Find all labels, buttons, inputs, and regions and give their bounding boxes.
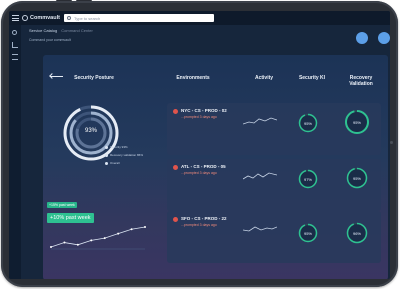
col-recovery-validation: Recovery Validation — [349, 75, 373, 87]
trend-line-chart — [50, 226, 146, 250]
environment-status: ...prompted 3 days ago — [181, 171, 217, 175]
legend-dot — [105, 145, 108, 149]
nav-search-icon[interactable] — [12, 30, 17, 35]
col-security-posture: Security Posture — [74, 75, 114, 81]
legend-dot — [105, 161, 108, 165]
trend-point — [130, 228, 133, 231]
commvault-logo-icon — [22, 15, 28, 21]
recovery-value: 95% — [352, 176, 361, 181]
legend-label: Overall — [110, 161, 120, 165]
security-ki-gauge: 95% — [298, 223, 318, 243]
trend-point — [144, 226, 146, 228]
legend-row-overall: Overall — [105, 159, 143, 167]
environment-status: ...prompted 3 days ago — [181, 115, 217, 119]
environment-row[interactable]: SFO - CS - PROD - 22 ...prompted 3 days … — [167, 211, 381, 263]
security-ki-value: 95% — [303, 121, 312, 126]
trend-line — [50, 226, 146, 248]
trend-point — [76, 243, 79, 246]
sub-header: Service Catalog Command Center Command y… — [21, 25, 390, 55]
left-nav-rail — [9, 25, 21, 279]
breadcrumb-item[interactable]: Command Center — [61, 28, 93, 33]
trend-point — [90, 239, 93, 242]
posture-column: 93% Security 93% Recovery validation 86%… — [43, 103, 165, 279]
activity-sparkline — [243, 172, 277, 180]
search-icon — [67, 16, 71, 20]
legend-label: Recovery validation 86% — [110, 153, 144, 157]
recovery-gauge: 95% — [344, 109, 370, 135]
alert-icon — [173, 109, 178, 114]
col-security-ki: Security KI — [298, 75, 326, 81]
notification-button[interactable] — [356, 32, 368, 44]
breadcrumb: Service Catalog Command Center — [29, 28, 93, 33]
nav-list-icon[interactable] — [12, 54, 18, 60]
brand-logo[interactable]: Commvault — [22, 14, 60, 22]
recovery-gauge: 96% — [346, 222, 368, 244]
alert-icon — [173, 217, 178, 222]
legend-label: Security 93% — [110, 145, 128, 149]
back-arrow-icon[interactable] — [49, 72, 63, 79]
environment-row[interactable]: ATL - CS - PROD - 05 ...prompted 3 days … — [167, 159, 381, 211]
recovery-value: 96% — [352, 231, 361, 236]
trend-point — [63, 241, 66, 244]
trend-point — [103, 237, 106, 240]
environment-name: SFO - CS - PROD - 22 — [181, 216, 227, 221]
posture-legend: Security 93% Recovery validation 86% Ove… — [105, 143, 143, 167]
trend-point — [50, 246, 52, 248]
col-environments: Environments — [176, 75, 210, 81]
page-subtitle: Command your commvault — [29, 38, 71, 42]
alert-icon — [173, 165, 178, 170]
recovery-value: 95% — [352, 120, 361, 125]
posture-percent: 93% — [84, 128, 97, 134]
hamburger-menu-icon[interactable] — [12, 15, 19, 21]
app-screen: Commvault Type to search Service Catalog… — [9, 11, 390, 279]
user-avatar[interactable] — [378, 32, 390, 44]
nav-dashboard-icon[interactable] — [12, 42, 18, 48]
environment-status: ...prompted 3 days ago — [181, 223, 217, 227]
brand-name: Commvault — [30, 15, 60, 21]
trend-point — [117, 232, 120, 235]
legend-row-security: Security 93% — [105, 143, 143, 151]
activity-sparkline — [243, 226, 277, 232]
security-ki-value: 95% — [303, 231, 312, 236]
breadcrumb-item[interactable]: Service Catalog — [29, 28, 57, 33]
legend-dot — [105, 153, 108, 157]
trend-badge: +10% past week — [47, 213, 94, 223]
activity-sparkline — [243, 117, 277, 125]
search-input[interactable]: Type to search — [64, 14, 214, 22]
environment-name: ATL - CS - PROD - 05 — [181, 164, 226, 169]
security-ki-gauge: 95% — [298, 113, 318, 133]
environment-row[interactable]: NYC - CS - PROD - 02 ...prompted 3 days … — [167, 103, 381, 155]
trend-badge-small: +15% past week — [47, 202, 77, 208]
camera-icon — [390, 141, 393, 144]
security-dashboard-panel: Security Posture Environments Activity S… — [43, 55, 388, 279]
search-placeholder: Type to search — [74, 15, 101, 21]
recovery-gauge: 95% — [346, 167, 368, 189]
legend-row-recovery: Recovery validation 86% — [105, 151, 143, 159]
top-bar: Commvault Type to search — [9, 11, 390, 25]
environment-name: NYC - CS - PROD - 02 — [181, 108, 227, 113]
security-ki-value: 97% — [303, 177, 312, 182]
col-activity: Activity — [254, 75, 274, 81]
security-ki-gauge: 97% — [298, 169, 318, 189]
